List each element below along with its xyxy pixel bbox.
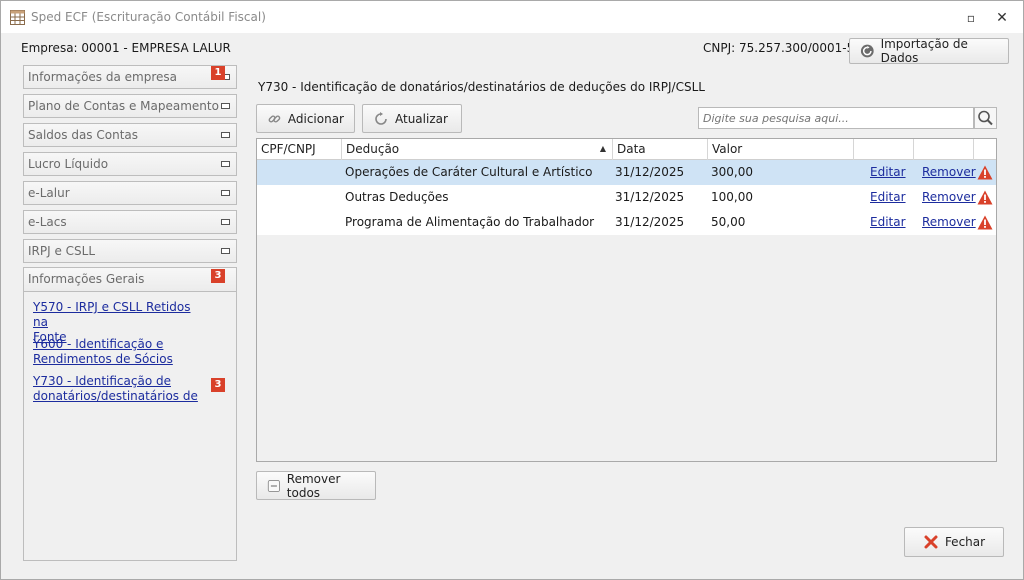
section-title: Y730 - Identificação de donatários/desti… (258, 80, 705, 94)
sidebar-item-irpj-csll[interactable]: IRPJ e CSLL (23, 239, 237, 263)
sidebar-item-e-lacs[interactable]: e-Lacs (23, 210, 237, 234)
warning-icon[interactable] (977, 165, 993, 180)
cell-deducao: Outras Deduções (345, 190, 449, 204)
expand-icon (221, 132, 230, 138)
remove-all-label: Remover todos (286, 471, 341, 500)
link-icon (268, 114, 281, 123)
column-header-edit (854, 139, 914, 160)
nav-link-y730[interactable]: Y730 - Identificação de donatários/desti… (33, 374, 203, 404)
add-button[interactable]: Adicionar (256, 104, 355, 133)
cell-data: 31/12/2025 (615, 190, 685, 204)
sidebar-item-label: IRPJ e CSLL (28, 244, 96, 258)
x-icon (924, 535, 938, 549)
table-row[interactable]: Operações de Caráter Cultural e Artístic… (257, 160, 996, 185)
cell-valor: 300,00 (711, 165, 753, 179)
expand-icon (221, 219, 230, 225)
table-row[interactable]: Outras Deduções 31/12/2025 100,00 Editar… (257, 185, 996, 210)
app-window: Sped ECF (Escrituração Contábil Fiscal) … (0, 0, 1024, 580)
table-row[interactable]: Programa de Alimentação do Trabalhador 3… (257, 210, 996, 235)
close-button[interactable]: Fechar (904, 527, 1004, 557)
sidebar-item-account-balances[interactable]: Saldos das Contas (23, 123, 237, 147)
column-header-remove (914, 139, 974, 160)
cell-deducao: Programa de Alimentação do Trabalhador (345, 215, 595, 229)
column-header-valor[interactable]: Valor (708, 139, 854, 160)
sort-ascending-icon: ▲ (599, 144, 606, 153)
sidebar-item-label: Plano de Contas e Mapeamento (28, 99, 219, 113)
refresh-button[interactable]: Atualizar (362, 104, 462, 133)
title-bar: Sped ECF (Escrituração Contábil Fiscal) … (1, 1, 1023, 33)
add-label: Adicionar (287, 111, 344, 126)
column-header-data[interactable]: Data (613, 139, 708, 160)
sidebar-item-label: Lucro Líquido (28, 157, 109, 171)
window-title: Sped ECF (Escrituração Contábil Fiscal) (31, 10, 266, 24)
expand-icon (221, 190, 230, 196)
expand-icon (221, 103, 230, 109)
column-header-status (974, 139, 996, 160)
edit-link[interactable]: Editar (870, 185, 906, 210)
count-badge: 3 (211, 269, 225, 283)
sidebar-item-label: Informações Gerais (28, 272, 145, 286)
remove-link[interactable]: Remover (922, 160, 976, 185)
column-header-deducao[interactable]: Dedução ▲ (342, 139, 613, 160)
sidebar-item-net-profit[interactable]: Lucro Líquido (23, 152, 237, 176)
company-label: Empresa: 00001 - EMPRESA LALUR (21, 41, 231, 55)
deductions-table: CPF/CNPJ Dedução ▲ Data Valor Operações … (256, 138, 997, 462)
refresh-label: Atualizar (395, 111, 448, 126)
cell-data: 31/12/2025 (615, 165, 685, 179)
sidebar-item-label: e-Lacs (28, 215, 67, 229)
remove-link[interactable]: Remover (922, 185, 976, 210)
info-panel-general: Informações Gerais 3 Y570 - IRPJ e CSLL … (23, 267, 237, 561)
edit-link[interactable]: Editar (870, 160, 906, 185)
count-badge: 3 (211, 378, 225, 392)
sidebar-item-label: Informações da empresa (28, 70, 177, 84)
table-header: CPF/CNPJ Dedução ▲ Data Valor (257, 139, 996, 160)
refresh-icon (375, 111, 387, 125)
cell-data: 31/12/2025 (615, 215, 685, 229)
nav-link-y600[interactable]: Y600 - Identificação e Rendimentos de Só… (33, 337, 203, 367)
warning-icon[interactable] (977, 190, 993, 205)
import-data-label: Importação de Dados (880, 37, 968, 65)
expand-icon (221, 161, 230, 167)
search-input[interactable] (698, 107, 974, 129)
sidebar-item-company-info[interactable]: Informações da empresa (23, 65, 237, 89)
remove-link[interactable]: Remover (922, 210, 976, 235)
remove-all-button[interactable]: Remover todos (256, 471, 376, 500)
sidebar-item-general-info[interactable]: Informações Gerais (24, 268, 236, 292)
column-header-cpf[interactable]: CPF/CNPJ (257, 139, 342, 160)
search-icon (978, 110, 993, 126)
search-button[interactable] (974, 107, 997, 129)
sidebar-item-chart-of-accounts[interactable]: Plano de Contas e Mapeamento (23, 94, 237, 118)
close-window-button[interactable]: ✕ (994, 10, 1010, 26)
sidebar-item-e-lalur[interactable]: e-Lalur (23, 181, 237, 205)
cell-valor: 50,00 (711, 215, 746, 229)
sidebar-item-label: e-Lalur (28, 186, 70, 200)
refresh-circle-icon (860, 44, 874, 58)
close-label: Fechar (944, 535, 986, 549)
sidebar-item-label: Saldos das Contas (28, 128, 139, 142)
edit-link[interactable]: Editar (870, 210, 906, 235)
import-data-button[interactable]: Importação de Dados (849, 37, 1009, 65)
count-badge: 1 (211, 66, 225, 80)
cnpj-label: CNPJ: 75.257.300/0001-50 (703, 41, 862, 55)
minus-icon (267, 479, 280, 492)
cell-deducao: Operações de Caráter Cultural e Artístic… (345, 165, 593, 179)
warning-icon[interactable] (977, 215, 993, 230)
spreadsheet-icon (10, 10, 25, 25)
expand-icon (221, 248, 230, 254)
cell-valor: 100,00 (711, 190, 753, 204)
restore-button[interactable]: ▫ (963, 10, 979, 26)
